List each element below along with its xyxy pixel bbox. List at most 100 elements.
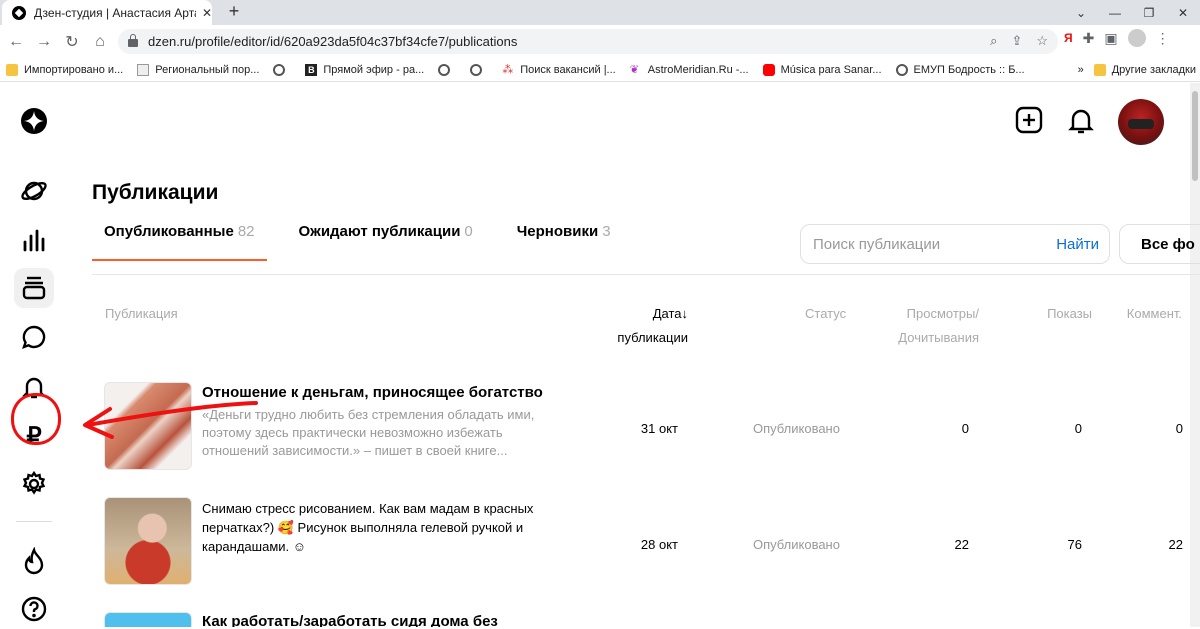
dzen-logo-icon[interactable] [14, 101, 54, 141]
side-panel-icon[interactable]: ▣ [1104, 30, 1117, 47]
publication-title[interactable]: Как работать/заработать сидя дома без [202, 613, 562, 627]
publication-shows: 76 [1067, 537, 1082, 552]
astro-icon: ❦ [629, 63, 639, 76]
bookmark-item[interactable]: ❦ AstroMeridian.Ru -... [630, 64, 749, 76]
tabs-divider [92, 274, 1200, 275]
column-status: Статус [805, 306, 847, 321]
address-bar[interactable]: dzen.ru/profile/editor/id/620a923da5f04c… [118, 29, 1058, 54]
hh-icon: ⁂ [502, 63, 514, 76]
tab-published[interactable]: Опубликованные 82 [92, 223, 267, 261]
bookmark-item[interactable]: B Прямой эфир - ра... [305, 63, 424, 76]
publication-views: 22 [954, 537, 969, 552]
globe-icon [470, 63, 483, 76]
tab-search-icon[interactable]: ⌄ [1064, 6, 1098, 20]
close-window-icon[interactable]: ✕ [1166, 6, 1200, 20]
scrollbar[interactable] [1190, 83, 1200, 627]
tab-drafts[interactable]: Черновики 3 [505, 223, 623, 260]
globe-icon [438, 63, 451, 76]
browser-tab-title: Дзен-студия | Анастасия Артамо [34, 5, 196, 20]
bookmark-item[interactable]: Música para Sanar... [762, 63, 882, 76]
bookmark-item[interactable]: Региональный пор... [137, 63, 259, 76]
window-controls: ⌄ — ❐ ✕ [1064, 0, 1200, 25]
home-icon[interactable]: ⌂ [86, 33, 114, 51]
reload-icon[interactable]: ↻ [58, 32, 86, 52]
extensions-icon[interactable]: ✚ [1083, 30, 1095, 47]
column-date[interactable]: Дата↓ [653, 302, 688, 326]
publication-date: 28 окт [640, 537, 678, 552]
other-bookmarks[interactable]: Другие закладки [1093, 63, 1196, 76]
search-input[interactable] [813, 235, 1057, 253]
bookmarks-bar: Импортировано и... Региональный пор... B… [0, 58, 1200, 82]
comments-icon[interactable] [14, 317, 54, 357]
bookmark-star-icon[interactable]: ☆ [1036, 33, 1048, 49]
new-tab-button[interactable]: + [222, 1, 246, 23]
maximize-icon[interactable]: ❐ [1132, 6, 1166, 20]
publication-thumbnail[interactable] [104, 612, 192, 627]
planet-icon[interactable] [14, 171, 54, 211]
bookmark-item[interactable]: Импортировано и... [6, 63, 123, 76]
statistics-icon[interactable] [14, 221, 54, 261]
publication-thumbnail[interactable] [104, 497, 192, 585]
column-comments: Коммент. [1126, 306, 1182, 321]
search-box: Найти [800, 224, 1110, 264]
profile-icon[interactable] [1127, 29, 1146, 47]
forward-icon[interactable]: → [30, 33, 58, 51]
header-actions [1014, 99, 1164, 145]
lock-icon [128, 34, 138, 47]
search-button[interactable]: Найти [1056, 236, 1099, 253]
share-icon[interactable]: ⇪ [1011, 33, 1022, 49]
avatar[interactable] [1118, 99, 1164, 145]
column-date-line2: публикации [617, 330, 688, 345]
minimize-icon[interactable]: — [1098, 6, 1132, 20]
publication-date: 31 окт [640, 421, 678, 436]
table-row[interactable]: Как работать/заработать сидя дома без [0, 612, 1190, 627]
browser-tab-bar: Дзен-студия | Анастасия Артамо ✕ + ⌄ — ❐… [0, 0, 1200, 25]
page-title: Публикации [92, 181, 219, 204]
bookmark-item[interactable] [438, 63, 456, 76]
publication-status: Опубликовано [753, 537, 840, 552]
bookmark-item[interactable] [470, 63, 488, 76]
bookmark-item[interactable]: ЕМУП Бодрость :: Б... [895, 63, 1025, 76]
tab-scheduled[interactable]: Ожидают публикации 0 [287, 223, 485, 260]
bookmark-item[interactable] [273, 63, 291, 76]
b-logo-icon: B [305, 63, 318, 76]
column-views-line2: Дочитывания [898, 330, 979, 345]
publication-comments: 22 [1168, 537, 1183, 552]
publication-comments: 0 [1175, 421, 1183, 436]
sort-arrow-icon: ↓ [681, 306, 689, 321]
annotation-circle [11, 393, 61, 445]
add-publication-icon[interactable] [1014, 105, 1044, 140]
column-publication: Публикация [105, 306, 178, 321]
publication-shows: 0 [1074, 421, 1082, 436]
bookmark-item[interactable]: ⁂ Поиск вакансий |... [502, 64, 616, 76]
close-tab-icon[interactable]: ✕ [202, 6, 212, 20]
youtube-icon [762, 63, 775, 76]
publications-icon[interactable] [14, 268, 54, 308]
table-row[interactable]: Снимаю стресс рисованием. Как вам мадам … [0, 497, 1190, 587]
globe-icon [895, 63, 908, 76]
browser-tab[interactable]: Дзен-студия | Анастасия Артамо ✕ [2, 0, 212, 25]
column-shows: Показы [1047, 306, 1092, 321]
yandex-extension-icon[interactable]: Я [1064, 31, 1073, 45]
globe-icon [273, 63, 286, 76]
annotation-arrow [83, 401, 258, 439]
menu-icon[interactable]: ⋮ [1156, 30, 1170, 47]
publication-tabs: Опубликованные 82 Ожидают публикации 0 Чер… [92, 223, 643, 261]
folder-icon [1093, 63, 1106, 76]
browser-toolbar: ← → ↻ ⌂ dzen.ru/profile/editor/id/620a92… [0, 25, 1200, 58]
zoom-icon[interactable]: ⌕ [990, 33, 997, 49]
page-icon [137, 63, 150, 76]
format-filter-dropdown[interactable]: Все фо [1119, 224, 1200, 264]
publication-views: 0 [961, 421, 969, 436]
bookmarks-more-icon[interactable]: » [1078, 64, 1084, 76]
publication-text[interactable]: Снимаю стресс рисованием. Как вам мадам … [202, 499, 542, 556]
studio-page: ₽ Публикации Опубликованные 82 Ожидают пу… [0, 83, 1200, 627]
scrollbar-thumb[interactable] [1192, 91, 1198, 181]
back-icon[interactable]: ← [2, 33, 30, 51]
dzen-favicon-icon [12, 5, 26, 20]
publication-status: Опубликовано [753, 421, 840, 436]
url-text[interactable]: dzen.ru/profile/editor/id/620a923da5f04c… [148, 34, 517, 49]
column-views: Просмотры/ [906, 306, 979, 321]
folder-icon [6, 63, 18, 76]
notifications-bell-icon[interactable] [1066, 105, 1096, 140]
